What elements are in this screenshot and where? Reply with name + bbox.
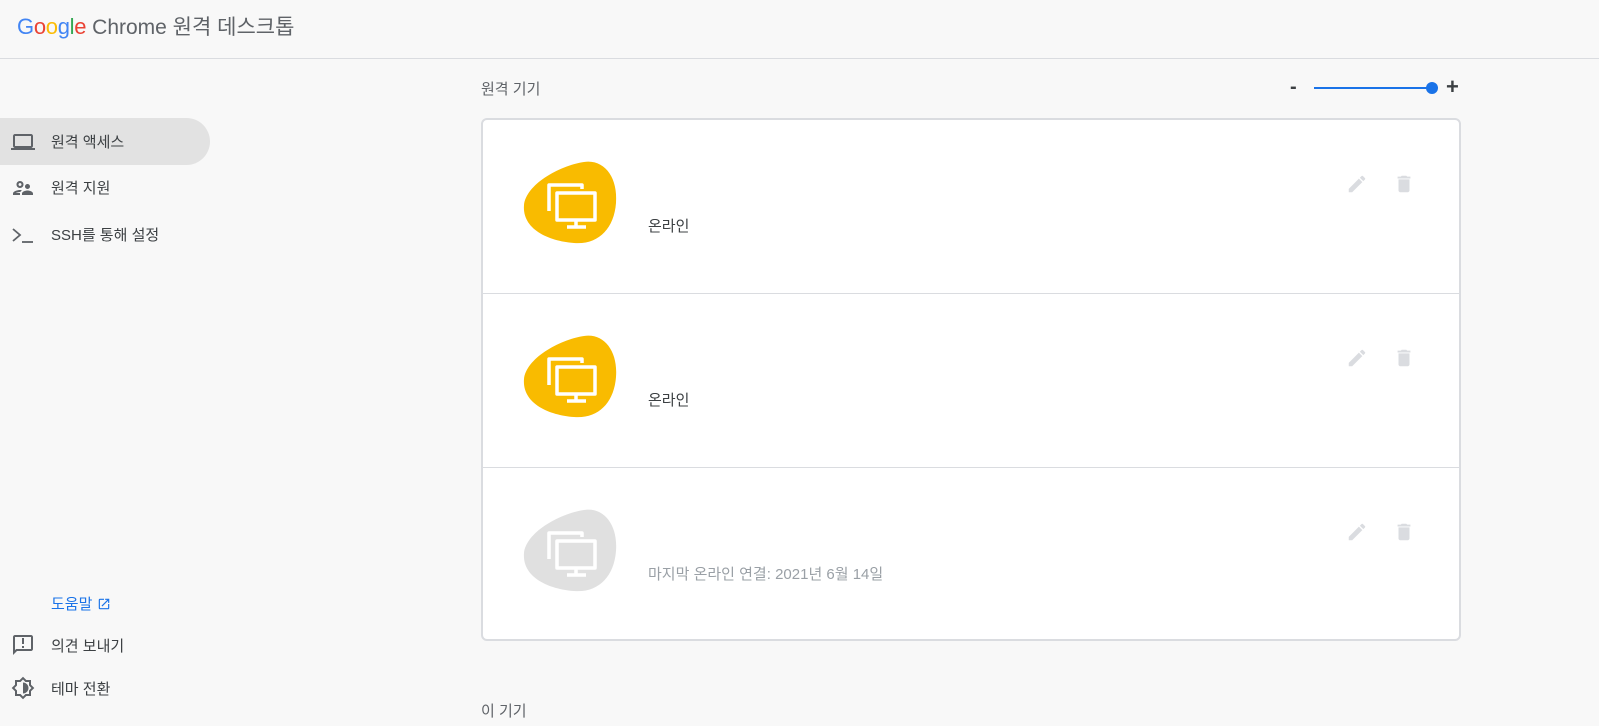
device-status: 온라인 xyxy=(648,392,690,409)
zoom-slider-thumb[interactable] xyxy=(1426,82,1438,94)
computer-icon xyxy=(523,161,617,244)
product-name: Chrome 원격 데스크톱 xyxy=(92,16,295,39)
sidebar: 원격 액세스 원격 지원 SSH를 통해 설정 도움말 의견 보내기 테마 전환 xyxy=(0,59,220,726)
edit-device-button[interactable] xyxy=(1345,172,1369,196)
delete-device-button[interactable] xyxy=(1392,346,1416,370)
device-avatar xyxy=(522,507,618,593)
device-avatar xyxy=(522,333,618,419)
computer-icon xyxy=(523,509,617,592)
help-link[interactable]: 도움말 xyxy=(51,593,111,614)
feedback-label: 의견 보내기 xyxy=(51,637,125,655)
google-logo: Google xyxy=(17,14,87,39)
send-feedback-button[interactable]: 의견 보내기 xyxy=(11,633,124,657)
remote-devices-title: 원격 기기 xyxy=(481,81,541,98)
laptop-icon xyxy=(11,130,35,154)
sidebar-item-remote-access[interactable]: 원격 액세스 xyxy=(0,118,210,165)
delete-icon xyxy=(1397,175,1411,193)
people-icon xyxy=(11,176,35,200)
sidebar-item-label: 원격 지원 xyxy=(51,180,111,197)
device-row[interactable]: 온라인 xyxy=(483,120,1459,293)
brightness-icon xyxy=(11,676,35,700)
theme-toggle-button[interactable]: 테마 전환 xyxy=(11,676,110,700)
delete-device-button[interactable] xyxy=(1392,172,1416,196)
computer-icon xyxy=(523,335,617,418)
delete-icon xyxy=(1397,523,1411,541)
terminal-icon xyxy=(11,223,35,247)
device-avatar xyxy=(522,159,618,245)
edit-device-button[interactable] xyxy=(1345,520,1369,544)
device-status: 온라인 xyxy=(648,218,690,235)
feedback-icon xyxy=(11,633,35,657)
sidebar-item-label: SSH를 통해 설정 xyxy=(51,227,160,244)
zoom-in-button[interactable]: + xyxy=(1446,74,1459,100)
sidebar-item-ssh-setup[interactable]: SSH를 통해 설정 xyxy=(0,211,210,258)
edit-icon xyxy=(1348,175,1366,193)
device-row[interactable]: 온라인 xyxy=(483,293,1459,466)
device-status: 마지막 온라인 연결: 2021년 6월 14일 xyxy=(648,566,884,583)
sidebar-item-remote-support[interactable]: 원격 지원 xyxy=(0,164,210,211)
brand: Google Chrome 원격 데스크톱 xyxy=(17,11,294,41)
zoom-control: - + xyxy=(1286,74,1464,102)
theme-label: 테마 전환 xyxy=(51,680,111,698)
zoom-slider[interactable] xyxy=(1314,82,1438,94)
open-in-new-icon xyxy=(97,597,111,611)
zoom-out-button[interactable]: - xyxy=(1290,76,1297,99)
device-row[interactable]: 마지막 온라인 연결: 2021년 6월 14일 xyxy=(483,467,1459,640)
help-link-label: 도움말 xyxy=(51,596,93,613)
sidebar-item-label: 원격 액세스 xyxy=(51,134,125,151)
edit-icon xyxy=(1348,349,1366,367)
edit-device-button[interactable] xyxy=(1345,346,1369,370)
app-header: Google Chrome 원격 데스크톱 xyxy=(0,0,1599,59)
remote-devices-list: 온라인 온라인 마지막 온라인 연결: 2021년 6월 14일 xyxy=(481,118,1461,641)
delete-icon xyxy=(1397,349,1411,367)
edit-icon xyxy=(1348,523,1366,541)
delete-device-button[interactable] xyxy=(1392,520,1416,544)
this-device-title: 이 기기 xyxy=(481,703,527,720)
